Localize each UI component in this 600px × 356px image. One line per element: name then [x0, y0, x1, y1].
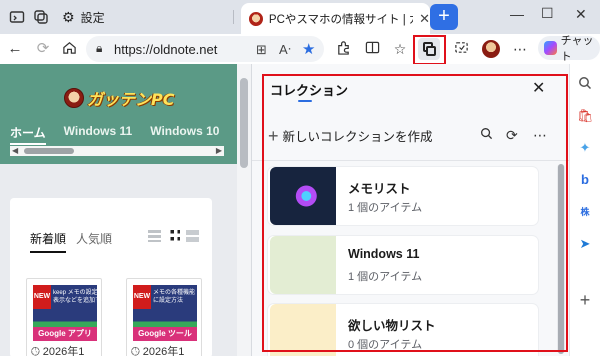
article-caption-2: 表示などを追加する	[53, 298, 108, 304]
sort-tabs: 新着順 人気順	[30, 230, 112, 253]
site-header: ガッテンPC ホーム Windows 11 Windows 10 ◀ ▶	[0, 64, 237, 164]
profile-avatar[interactable]	[482, 40, 500, 58]
list-view-icon[interactable]	[148, 230, 161, 242]
shopping-bag-icon[interactable]: 🛍︎	[577, 108, 594, 124]
nav-scrollbar[interactable]: ◀ ▶	[10, 146, 224, 156]
stock-icon[interactable]: 株	[577, 204, 593, 220]
favorite-star-icon[interactable]: ★	[302, 40, 315, 58]
copilot-icon	[544, 41, 557, 55]
back-icon[interactable]: ←	[6, 40, 24, 58]
article-thumbnail: NEW keep メモの設定表示などを追加する Google アプリ	[33, 285, 107, 341]
sort-popular-tab[interactable]: 人気順	[76, 230, 112, 253]
tab-active-title: PCやスマホの情報サイト | ガッテンPC	[268, 13, 413, 26]
nav-scroll-thumb[interactable]	[24, 148, 74, 154]
article-caption: メモの各種機能	[153, 290, 196, 296]
article-date: 2026年1	[142, 346, 185, 356]
search-icon[interactable]	[577, 76, 593, 92]
article-caption-2: に設定方法	[153, 298, 184, 304]
article-card[interactable]: NEW keep メモの設定表示などを追加する Google アプリ 🕓︎ 20…	[26, 278, 107, 356]
page-scroll-thumb[interactable]	[240, 78, 248, 168]
window-close-icon[interactable]: ✕	[575, 6, 587, 23]
collections-highlight	[413, 35, 446, 65]
tab-settings-label: 設定	[80, 10, 105, 25]
split-screen-icon[interactable]	[363, 40, 381, 58]
maximize-icon[interactable]: ☐	[541, 5, 554, 22]
gear-icon: ⚙	[62, 8, 75, 25]
lock-icon[interactable]: 🔒︎	[96, 41, 102, 56]
panel-highlight	[262, 74, 568, 352]
copilot-chat-button[interactable]: チャット	[538, 35, 600, 63]
favorites-icon[interactable]: ☆	[391, 40, 409, 58]
address-bar[interactable]: 🔒︎ https://oldnote.net ⊞ Aᐧ ★	[86, 36, 324, 62]
tab-actions-icon[interactable]	[8, 8, 26, 26]
tab-active[interactable]: PCやスマホの情報サイト | ガッテンPC ✕	[241, 3, 430, 34]
send-icon[interactable]: ➤	[577, 236, 593, 252]
toolbar: ← ⟳ 🔒︎ https://oldnote.net ⊞ Aᐧ ★	[0, 34, 600, 64]
scroll-left-icon[interactable]: ◀	[12, 146, 18, 155]
edge-sidebar: 🛍︎ ✦ b 株 ➤ +	[569, 64, 600, 356]
logo-text: ガッテンPC	[87, 90, 175, 109]
new-badge: NEW	[33, 285, 51, 309]
site-nav: ホーム Windows 11 Windows 10	[10, 124, 219, 145]
refresh-icon[interactable]: ⟳	[34, 40, 52, 58]
grid-view-icon[interactable]	[167, 230, 180, 242]
tab-bar: ⚙ 設定 PCやスマホの情報サイト | ガッテンPC ✕ + — ☐ ✕	[0, 0, 600, 34]
articles-card: 新着順 人気順 NEW keep メモの設定表示などを追加する Google ア…	[10, 198, 212, 356]
tools-icon[interactable]: ✦	[577, 140, 593, 156]
minimize-icon[interactable]: —	[510, 6, 524, 22]
nav-home[interactable]: ホーム	[10, 124, 46, 145]
tab-settings[interactable]: ⚙ 設定	[56, 5, 226, 29]
workspaces-icon[interactable]	[32, 8, 50, 26]
read-aloud-icon[interactable]: Aᐧ	[279, 42, 291, 58]
more-icon[interactable]: ⋯	[511, 40, 529, 58]
new-badge: NEW	[133, 285, 151, 309]
nav-windows-10[interactable]: Windows 10	[150, 124, 219, 145]
screenshot-icon[interactable]	[452, 40, 470, 58]
article-date: 2026年1	[42, 346, 85, 356]
site-logo[interactable]: ガッテンPC	[64, 86, 174, 110]
new-tab-button[interactable]: +	[430, 4, 458, 30]
tab-divider	[233, 10, 234, 24]
extensions-icon[interactable]	[334, 40, 352, 58]
nav-windows-11[interactable]: Windows 11	[64, 124, 133, 145]
rows-view-icon[interactable]	[186, 230, 199, 242]
clock-icon: 🕓︎	[131, 346, 140, 356]
sort-newest-tab[interactable]: 新着順	[30, 230, 67, 253]
clock-icon: 🕓︎	[31, 346, 40, 356]
article-category: Google ツール	[133, 327, 197, 341]
apps-icon[interactable]: ⊞	[256, 42, 267, 58]
article-category: Google アプリ	[33, 327, 97, 341]
site-favicon-icon	[249, 11, 263, 26]
home-icon[interactable]	[60, 40, 78, 58]
article-caption: keep メモの設定	[53, 290, 98, 296]
web-page: ガッテンPC ホーム Windows 11 Windows 10 ◀ ▶ 新着順…	[0, 64, 237, 356]
page-scrollbar[interactable]	[237, 64, 251, 356]
article-card[interactable]: NEW メモの各種機能 に設定方法 Google ツール 🕓︎ 2026年1	[126, 278, 202, 356]
logo-mascot-icon	[64, 88, 84, 108]
view-switcher	[148, 230, 199, 242]
chat-label: チャット	[560, 35, 594, 63]
scroll-right-icon[interactable]: ▶	[216, 146, 222, 155]
article-thumbnail: NEW メモの各種機能 に設定方法 Google ツール	[133, 285, 197, 341]
bing-icon[interactable]: b	[577, 172, 593, 188]
tab-close-icon[interactable]: ✕	[419, 11, 430, 27]
url-text[interactable]: https://oldnote.net	[114, 42, 217, 57]
add-sidebar-app-icon[interactable]: +	[577, 291, 593, 309]
